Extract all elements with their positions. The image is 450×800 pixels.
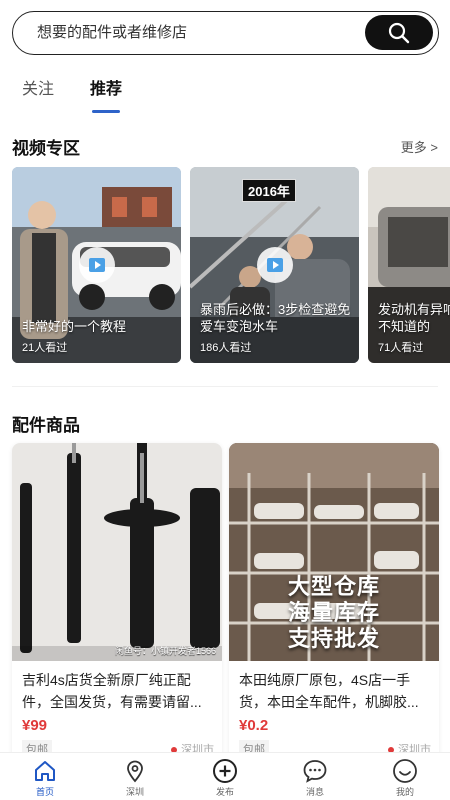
play-icon — [256, 247, 293, 283]
video-views: 21人看过 — [22, 342, 68, 354]
video-year-badge: 2016年 — [242, 179, 296, 202]
location-icon — [127, 760, 143, 783]
nav-city[interactable]: 深圳 — [90, 753, 180, 800]
nav-messages[interactable]: 消息 — [270, 753, 360, 800]
search-button[interactable] — [365, 15, 433, 50]
search-bar — [12, 11, 439, 55]
nav-publish[interactable]: 发布 — [180, 753, 270, 800]
product-title: 吉利4s店货全新原厂纯正配件，全国发货，有需要请留... — [22, 672, 202, 710]
nav-label: 发布 — [215, 787, 234, 797]
nav-label: 首页 — [35, 787, 54, 797]
nav-label: 深圳 — [125, 787, 144, 797]
feed-tabs: 关注 推荐 — [22, 78, 122, 114]
product-image: 大型仓库 海量库存 支持批发 — [229, 443, 439, 661]
video-views: 71人看过 — [378, 342, 424, 354]
image-watermark: 闲鱼号：小镇开发者1566 — [114, 646, 216, 656]
video-views: 186人看过 — [200, 342, 252, 354]
product-title: 本田纯原厂原包，4S店一手货，本田全车配件，机脚胶... — [239, 672, 419, 710]
product-section-title: 配件商品 — [12, 416, 80, 435]
video-title: 发动机有异响车主不知道的 — [378, 302, 450, 334]
search-icon — [388, 22, 410, 43]
plus-circle-icon — [213, 759, 237, 783]
image-headline-1: 大型仓库 — [287, 574, 380, 599]
product-price: ¥0.2 — [239, 717, 269, 734]
video-section-title: 视频专区 — [12, 139, 80, 158]
home-icon — [35, 761, 55, 781]
image-headline-2: 海量库存 — [287, 600, 380, 625]
image-headline-3: 支持批发 — [287, 626, 380, 651]
tab-follow[interactable]: 关注 — [22, 78, 54, 106]
product-card[interactable]: 闲鱼号：小镇开发者1566 吉利4s店货全新原厂纯正配件，全国发货，有需要请留.… — [12, 443, 222, 763]
bottom-nav: 首页 深圳 发布 消息 我的 — [0, 752, 450, 800]
app-screen: 关注 推荐 视频专区 更多 > — [0, 0, 450, 800]
video-card[interactable]: 发动机有异响车主不知道的 71人看过 — [368, 167, 450, 363]
nav-label: 我的 — [395, 787, 414, 797]
tab-recommend[interactable]: 推荐 — [90, 78, 122, 113]
video-card[interactable]: 非常好的一个教程 21人看过 — [12, 167, 181, 363]
product-price: ¥99 — [22, 717, 48, 734]
product-grid: 闲鱼号：小镇开发者1566 吉利4s店货全新原厂纯正配件，全国发货，有需要请留.… — [12, 443, 439, 763]
video-carousel: 非常好的一个教程 21人看过 2016年 暴雨后必做：3步检查避免爱车变泡水车 … — [12, 167, 450, 363]
product-image: 闲鱼号：小镇开发者1566 — [12, 443, 222, 661]
nav-profile[interactable]: 我的 — [360, 753, 450, 800]
video-title: 非常好的一个教程 — [22, 319, 127, 334]
profile-icon — [393, 759, 417, 783]
play-icon — [78, 247, 115, 283]
video-more-link[interactable]: 更多 > — [401, 137, 438, 156]
section-divider — [12, 386, 438, 387]
search-input[interactable] — [37, 12, 357, 53]
nav-home[interactable]: 首页 — [0, 753, 90, 800]
video-title: 暴雨后必做：3步检查避免爱车变泡水车 — [200, 302, 351, 334]
product-card[interactable]: 大型仓库 海量库存 支持批发 本田纯原厂原包，4S店一手货，本田全车配件，机脚胶… — [229, 443, 439, 763]
nav-label: 消息 — [305, 787, 324, 797]
message-icon — [303, 760, 327, 783]
video-card[interactable]: 2016年 暴雨后必做：3步检查避免爱车变泡水车 186人看过 — [190, 167, 359, 363]
